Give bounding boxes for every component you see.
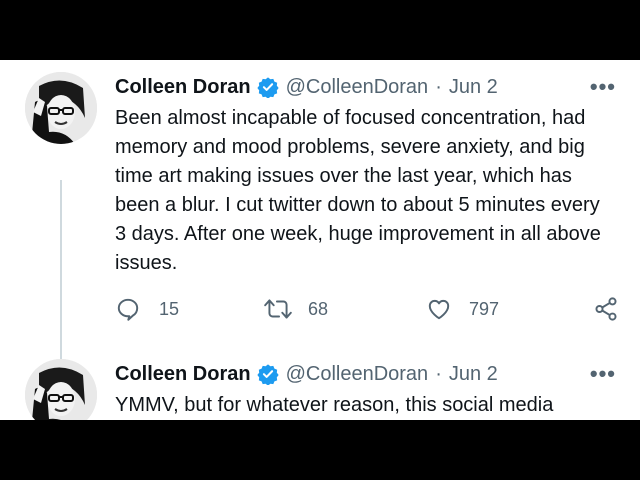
reply-count: 15 [159,298,180,319]
tweet-actions: 15 68 797 [115,296,625,326]
header-separator: · [435,363,442,385]
like-button[interactable]: 797 [425,296,499,322]
verified-badge-icon [256,363,279,386]
tweet-text: YMMV, but for whatever reason, this soci… [115,394,554,416]
reply-icon [117,298,139,321]
reply-button[interactable]: 15 [115,296,179,322]
tweet-text: Been almost incapable of focused concent… [115,107,601,274]
retweet-icon [264,299,292,319]
more-options-icon[interactable]: ••• [590,361,616,387]
like-count: 797 [469,298,500,319]
author-name[interactable]: Colleen Doran [115,75,251,99]
avatar[interactable] [25,359,97,420]
author-handle[interactable]: @ColleenDoran [286,75,429,99]
tweet-thread: Colleen Doran @ColleenDoran · Jun 2 ••• … [0,60,640,420]
share-button[interactable] [593,296,619,322]
retweet-count: 68 [308,298,329,319]
retweet-button[interactable]: 68 [263,296,328,322]
header-separator: · [435,76,442,98]
more-options-icon[interactable]: ••• [590,74,616,100]
tweet-header: Colleen Doran @ColleenDoran · Jun 2 [115,362,498,386]
tweet-header: Colleen Doran @ColleenDoran · Jun 2 [115,75,498,99]
like-icon [428,299,450,320]
verified-badge-icon [256,76,279,99]
author-name[interactable]: Colleen Doran [115,362,251,386]
tweet-date[interactable]: Jun 2 [449,75,498,99]
share-icon [595,297,617,321]
tweet-date[interactable]: Jun 2 [449,362,498,386]
avatar[interactable] [25,72,97,144]
author-handle[interactable]: @ColleenDoran [286,362,429,386]
